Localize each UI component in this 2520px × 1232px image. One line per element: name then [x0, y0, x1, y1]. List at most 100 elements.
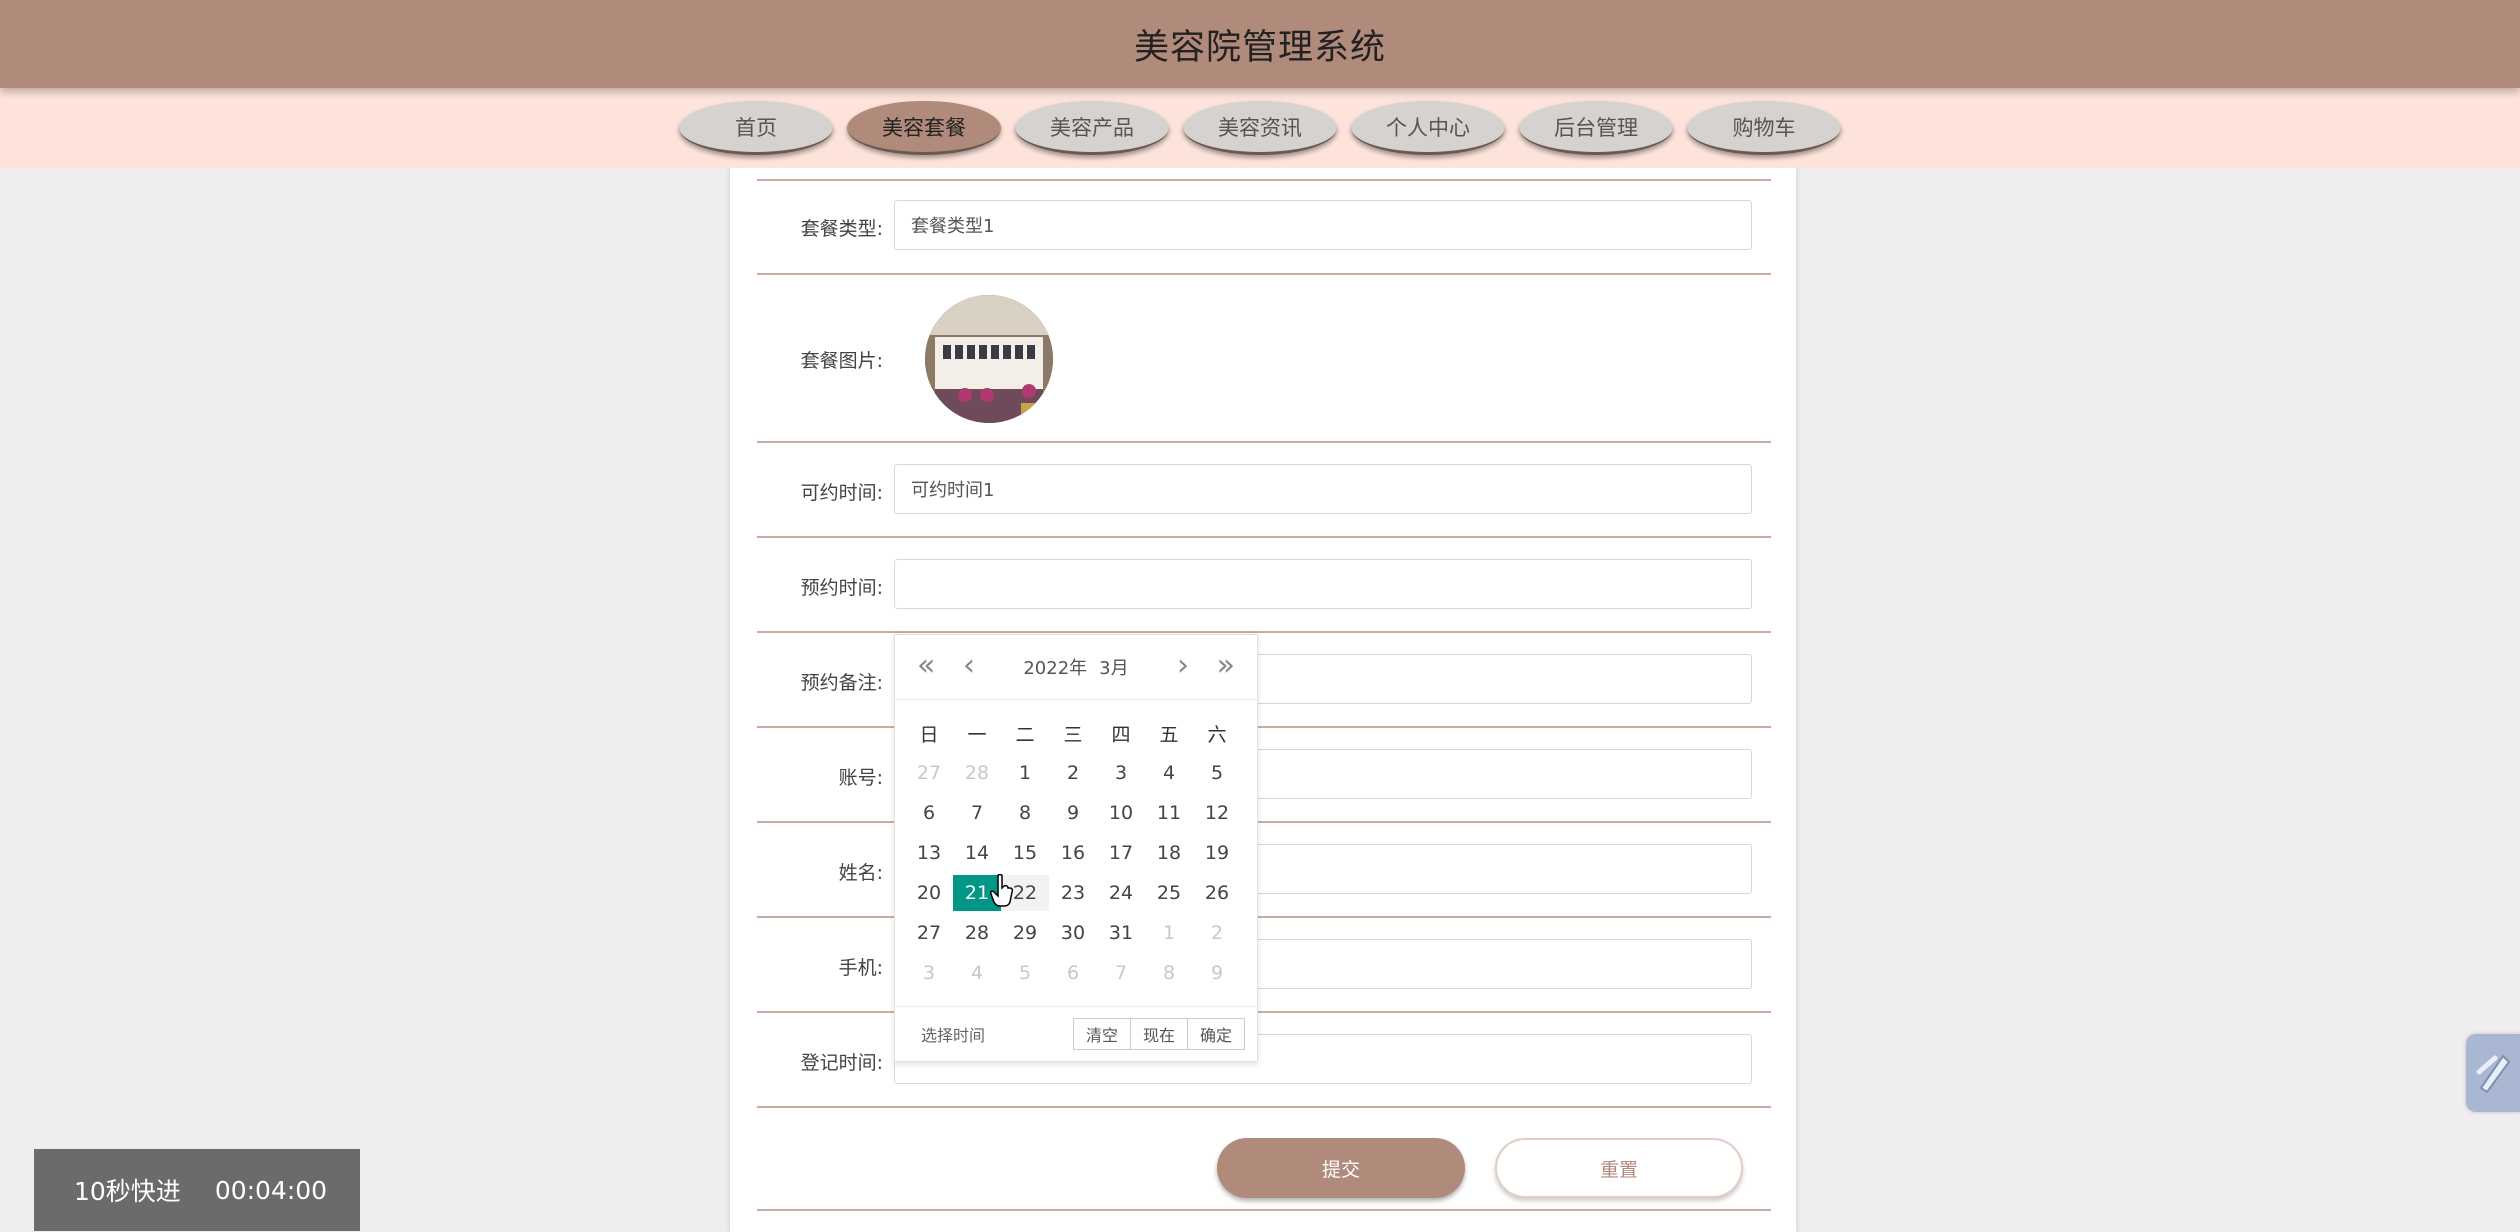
submit-button[interactable]: 提交 [1217, 1138, 1465, 1198]
calendar-week: 3 4 5 6 7 8 9 [905, 953, 1245, 993]
main-nav: 首页 美容套餐 美容产品 美容资讯 个人中心 后台管理 购物车 [0, 88, 2520, 168]
day-cell[interactable]: 12 [1193, 795, 1241, 831]
next-year-icon[interactable]: » [1217, 649, 1235, 683]
booking-time-input[interactable] [894, 559, 1752, 609]
day-cell[interactable]: 29 [1001, 915, 1049, 951]
day-cell[interactable]: 15 [1001, 835, 1049, 871]
prev-year-icon[interactable]: « [917, 649, 935, 683]
day-cell[interactable]: 2 [1049, 755, 1097, 791]
day-cell[interactable]: 17 [1097, 835, 1145, 871]
pick-time-link[interactable]: 选择时间 [921, 1022, 985, 1046]
day-cell[interactable]: 11 [1145, 795, 1193, 831]
calendar-week: 27 28 29 30 31 1 2 [905, 913, 1245, 953]
floating-widget[interactable] [2466, 1034, 2520, 1112]
date-picker: « ‹ 2022年 3月 › » 日 一 二 三 四 五 六 27 28 1 2… [894, 634, 1258, 1062]
day-cell[interactable]: 23 [1049, 875, 1097, 911]
day-cell[interactable]: 27 [905, 915, 953, 951]
phone-label: 手机: [838, 957, 883, 979]
nav-item-admin[interactable]: 后台管理 [1519, 101, 1673, 155]
weekday-label: 一 [967, 723, 987, 746]
day-cell[interactable]: 1 [1145, 915, 1193, 951]
prev-month-icon[interactable]: ‹ [963, 649, 975, 683]
package-image-label: 套餐图片: [800, 350, 883, 372]
account-label: 账号: [838, 767, 883, 789]
weekday-label: 六 [1207, 723, 1227, 746]
weekday-label: 三 [1063, 723, 1083, 746]
confirm-button[interactable]: 确定 [1186, 1018, 1245, 1050]
day-cell[interactable]: 10 [1097, 795, 1145, 831]
day-cell[interactable]: 8 [1001, 795, 1049, 831]
form-row-available-time: 可约时间: 可约时间1 [757, 443, 1771, 538]
form-divider [757, 1208, 1771, 1211]
day-cell[interactable]: 19 [1193, 835, 1241, 871]
day-cell[interactable]: 3 [1097, 755, 1145, 791]
day-cell[interactable]: 4 [953, 955, 1001, 991]
package-type-label: 套餐类型: [800, 218, 883, 240]
weekday-header: 日 一 二 三 四 五 六 [905, 713, 1245, 753]
register-time-label: 登记时间: [800, 1052, 883, 1074]
weekday-label: 四 [1111, 723, 1131, 746]
site-header: 美容院管理系统 [0, 0, 2520, 88]
day-cell[interactable]: 27 [905, 755, 953, 791]
day-cell[interactable]: 6 [1049, 955, 1097, 991]
day-cell[interactable]: 8 [1145, 955, 1193, 991]
weekday-label: 日 [919, 723, 939, 746]
calendar-week: 13 14 15 16 17 18 19 [905, 833, 1245, 873]
nav-item-home[interactable]: 首页 [679, 101, 833, 155]
available-time-input[interactable]: 可约时间1 [894, 464, 1752, 514]
calendar-week: 20 21 22 23 24 25 26 [905, 873, 1245, 913]
calendar-grid: 日 一 二 三 四 五 六 27 28 1 2 3 4 5 6 7 8 9 10… [905, 713, 1245, 993]
day-cell[interactable]: 25 [1145, 875, 1193, 911]
day-cell[interactable]: 2 [1193, 915, 1241, 951]
day-cell[interactable]: 30 [1049, 915, 1097, 951]
day-cell[interactable]: 28 [953, 755, 1001, 791]
day-cell[interactable]: 24 [1097, 875, 1145, 911]
fast-forward-button[interactable]: 10秒快进 [74, 1172, 181, 1208]
day-cell[interactable]: 7 [1097, 955, 1145, 991]
day-cell[interactable]: 5 [1001, 955, 1049, 991]
weekday-label: 二 [1015, 723, 1035, 746]
nav-item-products[interactable]: 美容产品 [1015, 101, 1169, 155]
video-control-bar: 10秒快进 00:04:00 [34, 1149, 360, 1231]
day-cell[interactable]: 31 [1097, 915, 1145, 951]
year-label[interactable]: 2022年 [1023, 654, 1087, 680]
booking-form-card: 套餐类型: 套餐类型1 套餐图片: 可约时间: 可约时间1 预约时间: 预约备注… [730, 168, 1796, 1232]
package-type-input[interactable]: 套餐类型1 [894, 200, 1752, 250]
nav-item-packages[interactable]: 美容套餐 [847, 101, 1001, 155]
form-row-booking-time: 预约时间: [757, 538, 1771, 633]
nav-item-cart[interactable]: 购物车 [1687, 101, 1841, 155]
day-cell[interactable]: 6 [905, 795, 953, 831]
calendar-week: 6 7 8 9 10 11 12 [905, 793, 1245, 833]
day-cell[interactable]: 16 [1049, 835, 1097, 871]
day-cell[interactable]: 18 [1145, 835, 1193, 871]
day-cell[interactable]: 5 [1193, 755, 1241, 791]
day-cell[interactable]: 14 [953, 835, 1001, 871]
nav-item-news[interactable]: 美容资讯 [1183, 101, 1337, 155]
name-label: 姓名: [838, 862, 883, 884]
form-row-package-type: 套餐类型: 套餐类型1 [757, 179, 1771, 275]
day-cell[interactable]: 9 [1049, 795, 1097, 831]
day-cell[interactable]: 13 [905, 835, 953, 871]
day-cell[interactable]: 20 [905, 875, 953, 911]
form-row-package-image: 套餐图片: [757, 275, 1771, 443]
month-label[interactable]: 3月 [1099, 654, 1128, 680]
hand-cursor-icon [990, 874, 1014, 907]
clear-button[interactable]: 清空 [1072, 1018, 1131, 1050]
day-cell[interactable]: 9 [1193, 955, 1241, 991]
next-month-icon[interactable]: › [1177, 649, 1189, 683]
available-time-label: 可约时间: [800, 482, 883, 504]
calendar-week: 27 28 1 2 3 4 5 [905, 753, 1245, 793]
booking-time-label: 预约时间: [800, 577, 883, 599]
day-cell[interactable]: 4 [1145, 755, 1193, 791]
day-cell[interactable]: 28 [953, 915, 1001, 951]
video-time: 00:04:00 [214, 1175, 328, 1205]
day-cell[interactable]: 1 [1001, 755, 1049, 791]
now-button[interactable]: 现在 [1129, 1018, 1188, 1050]
day-cell[interactable]: 7 [953, 795, 1001, 831]
day-cell[interactable]: 26 [1193, 875, 1241, 911]
weekday-label: 五 [1159, 723, 1179, 746]
reset-button[interactable]: 重置 [1495, 1138, 1743, 1198]
site-title: 美容院管理系统 [1133, 27, 1386, 68]
day-cell[interactable]: 3 [905, 955, 953, 991]
nav-item-profile[interactable]: 个人中心 [1351, 101, 1505, 155]
